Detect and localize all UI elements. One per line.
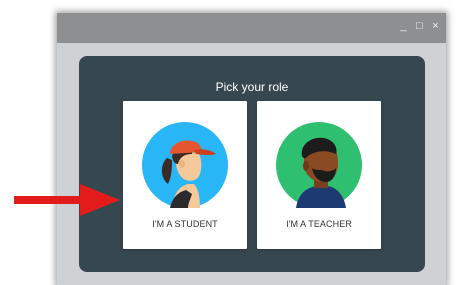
red-arrow-icon [14, 184, 120, 216]
teacher-label: I'M A TEACHER [286, 219, 352, 229]
student-label: I'M A STUDENT [152, 219, 218, 229]
teacher-role-card[interactable]: I'M A TEACHER [257, 101, 381, 249]
student-avatar-icon [142, 122, 228, 208]
student-role-card[interactable]: I'M A STUDENT [123, 101, 247, 249]
role-dialog: Pick your role I'M A STUDENT I'M A TEACH… [79, 56, 425, 272]
title-bar: _ □ × [57, 13, 446, 43]
dialog-title: Pick your role [215, 80, 289, 94]
app-window: _ □ × Pick your role I'M A STUDENT I'M A… [57, 13, 446, 285]
teacher-avatar-icon [276, 122, 362, 208]
maximize-icon[interactable]: □ [415, 21, 424, 32]
close-icon[interactable]: × [431, 21, 440, 32]
window-controls: _ □ × [399, 21, 440, 32]
minimize-icon[interactable]: _ [399, 21, 408, 32]
